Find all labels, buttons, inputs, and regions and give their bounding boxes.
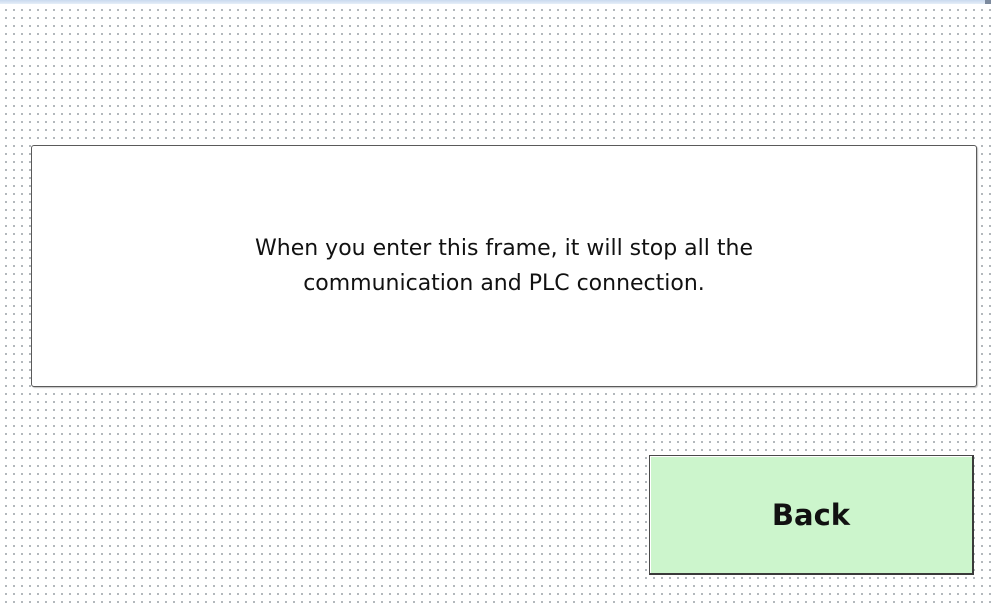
back-button[interactable]: Back — [649, 455, 974, 575]
warning-message: When you enter this frame, it will stop … — [255, 236, 753, 296]
message-panel: When you enter this frame, it will stop … — [31, 145, 977, 387]
back-button-label: Back — [771, 497, 851, 532]
